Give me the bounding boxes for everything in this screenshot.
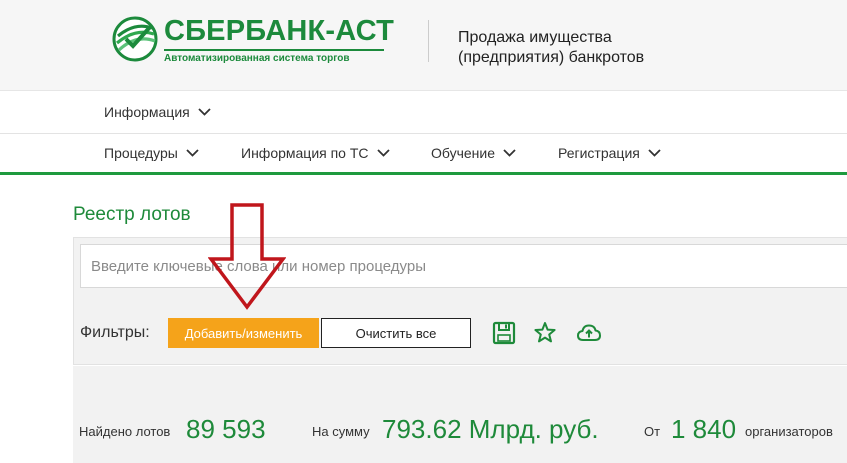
filters-label: Фильтры:	[80, 324, 150, 341]
sberbank-logo-icon	[112, 16, 158, 62]
save-icon[interactable]	[491, 320, 517, 346]
nav-item-registration[interactable]: Регистрация	[558, 134, 661, 172]
nav-item-information[interactable]: Информация	[104, 91, 211, 133]
found-lots-label: Найдено лотов	[79, 424, 171, 439]
nav-item-label: Регистрация	[558, 145, 640, 161]
chevron-down-icon	[376, 149, 390, 157]
nav-item-procedures[interactable]: Процедуры	[104, 134, 199, 172]
found-lots-value: 89 593	[186, 414, 266, 444]
chevron-down-icon	[503, 149, 516, 157]
nav-item-label: Процедуры	[104, 145, 178, 161]
search-input[interactable]	[80, 244, 847, 288]
logo-tagline: Автоматизированная система торгов	[164, 49, 384, 64]
site-header: СБЕРБАНК-АСТ Автоматизированная система …	[0, 0, 847, 91]
lots-stats: Найдено лотов 89 593 На сумму 793.62 Млр…	[73, 366, 847, 463]
total-sum-value: 793.62 Млрд. руб.	[382, 414, 599, 444]
sberbank-ast-logo[interactable]: СБЕРБАНК-АСТ Автоматизированная система …	[112, 14, 394, 64]
nav-item-label: Информация	[104, 104, 190, 120]
page-title: Реестр лотов	[73, 204, 191, 225]
star-icon[interactable]	[532, 320, 558, 346]
chevron-down-icon	[186, 149, 199, 157]
organizers-count-value: 1 840	[671, 414, 737, 444]
total-sum-label: На сумму	[312, 424, 370, 439]
nav-row-secondary: Процедуры Информация по ТС Обучение Реги…	[0, 134, 847, 175]
nav-row-primary: Информация	[0, 91, 847, 134]
nav-item-label: Информация по ТС	[241, 145, 369, 161]
nav-item-label: Обучение	[431, 145, 496, 161]
search-panel: Фильтры: Добавить/изменить Очистить все	[73, 237, 847, 365]
chevron-down-icon	[198, 108, 211, 116]
chevron-down-icon	[648, 149, 661, 157]
add-edit-filters-button[interactable]: Добавить/изменить	[168, 318, 319, 348]
logo-name: СБЕРБАНК-АСТ	[164, 15, 395, 47]
cloud-upload-icon[interactable]	[576, 320, 602, 346]
header-title: Продажа имущества (предприятия) банкрото…	[458, 29, 645, 66]
nav-item-ts-info[interactable]: Информация по ТС	[241, 134, 390, 172]
clear-all-button[interactable]: Очистить все	[321, 318, 471, 348]
nav-item-training[interactable]: Обучение	[431, 134, 516, 172]
from-label: От	[644, 424, 661, 439]
organizers-label: организаторов	[745, 424, 833, 439]
header-divider	[428, 20, 429, 62]
